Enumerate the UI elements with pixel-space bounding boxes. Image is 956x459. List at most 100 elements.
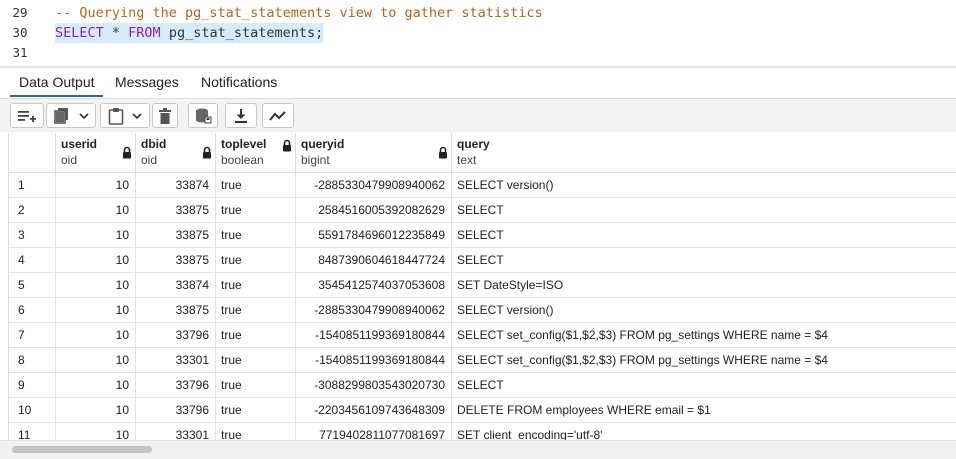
- row-number[interactable]: 2: [9, 198, 56, 223]
- cell-toplevel[interactable]: true: [216, 398, 296, 423]
- table-row[interactable]: 1 10 33874 true -2885330479908940062 SEL…: [9, 173, 956, 198]
- graph-visualiser-button[interactable]: [262, 103, 294, 128]
- cell-queryid[interactable]: -1540851199369180844: [296, 348, 452, 373]
- cell-dbid[interactable]: 33874: [136, 273, 216, 298]
- cell-query[interactable]: SELECT: [452, 198, 956, 223]
- cell-query[interactable]: SELECT version(): [452, 298, 956, 323]
- cell-queryid[interactable]: 8487390604618447724: [296, 248, 452, 273]
- cell-queryid[interactable]: 7719402811077081697: [296, 423, 452, 440]
- column-header-toplevel[interactable]: toplevel boolean: [216, 133, 296, 173]
- copy-button[interactable]: [46, 103, 96, 128]
- cell-dbid[interactable]: 33796: [136, 373, 216, 398]
- row-number[interactable]: 3: [9, 223, 56, 248]
- row-number[interactable]: 5: [9, 273, 56, 298]
- cell-userid[interactable]: 10: [56, 423, 136, 440]
- cell-toplevel[interactable]: true: [216, 173, 296, 198]
- column-header-dbid[interactable]: dbid oid: [136, 133, 216, 173]
- table-row[interactable]: 3 10 33875 true 5591784696012235849 SELE…: [9, 223, 956, 248]
- table-row[interactable]: 9 10 33796 true -3088299803543020730 SEL…: [9, 373, 956, 398]
- table-row[interactable]: 6 10 33875 true -2885330479908940062 SEL…: [9, 298, 956, 323]
- column-header-userid[interactable]: userid oid: [56, 133, 136, 173]
- cell-dbid[interactable]: 33874: [136, 173, 216, 198]
- cell-query[interactable]: SELECT set_config($1,$2,$3) FROM pg_sett…: [452, 323, 956, 348]
- cell-userid[interactable]: 10: [56, 373, 136, 398]
- cell-dbid[interactable]: 33796: [136, 323, 216, 348]
- editor-line[interactable]: 31: [0, 43, 956, 63]
- cell-queryid[interactable]: -1540851199369180844: [296, 323, 452, 348]
- cell-query[interactable]: SELECT set_config($1,$2,$3) FROM pg_sett…: [452, 348, 956, 373]
- row-number[interactable]: 6: [9, 298, 56, 323]
- cell-queryid[interactable]: -2885330479908940062: [296, 298, 452, 323]
- scrollbar-thumb[interactable]: [12, 446, 152, 453]
- chevron-down-icon[interactable]: [79, 112, 89, 120]
- column-header-queryid[interactable]: queryid bigint: [296, 133, 452, 173]
- row-number[interactable]: 7: [9, 323, 56, 348]
- column-header-query[interactable]: query text: [452, 133, 956, 173]
- cell-query[interactable]: SET DateStyle=ISO: [452, 273, 956, 298]
- cell-toplevel[interactable]: true: [216, 198, 296, 223]
- chevron-down-icon[interactable]: [132, 112, 142, 120]
- cell-dbid[interactable]: 33875: [136, 198, 216, 223]
- cell-userid[interactable]: 10: [56, 173, 136, 198]
- cell-dbid[interactable]: 33875: [136, 248, 216, 273]
- cell-queryid[interactable]: 5591784696012235849: [296, 223, 452, 248]
- cell-query[interactable]: SELECT: [452, 223, 956, 248]
- cell-toplevel[interactable]: true: [216, 423, 296, 440]
- cell-userid[interactable]: 10: [56, 198, 136, 223]
- cell-toplevel[interactable]: true: [216, 373, 296, 398]
- cell-userid[interactable]: 10: [56, 248, 136, 273]
- cell-query[interactable]: SELECT version(): [452, 173, 956, 198]
- cell-userid[interactable]: 10: [56, 398, 136, 423]
- cell-queryid[interactable]: 2584516005392082629: [296, 198, 452, 223]
- row-number[interactable]: 11: [9, 423, 56, 440]
- save-data-button[interactable]: [188, 103, 218, 128]
- table-row[interactable]: 11 10 33301 true 7719402811077081697 SET…: [9, 423, 956, 440]
- horizontal-scrollbar[interactable]: [0, 440, 956, 459]
- cell-toplevel[interactable]: true: [216, 248, 296, 273]
- cell-dbid[interactable]: 33875: [136, 298, 216, 323]
- table-row[interactable]: 2 10 33875 true 2584516005392082629 SELE…: [9, 198, 956, 223]
- row-number[interactable]: 10: [9, 398, 56, 423]
- cell-toplevel[interactable]: true: [216, 223, 296, 248]
- row-number[interactable]: 9: [9, 373, 56, 398]
- cell-userid[interactable]: 10: [56, 323, 136, 348]
- download-button[interactable]: [225, 103, 257, 128]
- tab-notifications[interactable]: Notifications: [201, 74, 277, 90]
- tab-data-output[interactable]: Data Output: [19, 74, 95, 90]
- query-editor[interactable]: 29 -- Querying the pg_stat_statements vi…: [0, 0, 956, 66]
- row-number[interactable]: 1: [9, 173, 56, 198]
- cell-toplevel[interactable]: true: [216, 348, 296, 373]
- table-row[interactable]: 10 10 33796 true -2203456109743648309 DE…: [9, 398, 956, 423]
- cell-dbid[interactable]: 33875: [136, 223, 216, 248]
- cell-dbid[interactable]: 33301: [136, 423, 216, 440]
- row-number[interactable]: 4: [9, 248, 56, 273]
- table-row[interactable]: 4 10 33875 true 8487390604618447724 SELE…: [9, 248, 956, 273]
- cell-toplevel[interactable]: true: [216, 323, 296, 348]
- cell-toplevel[interactable]: true: [216, 298, 296, 323]
- cell-queryid[interactable]: -2885330479908940062: [296, 173, 452, 198]
- editor-line[interactable]: 30 SELECT * FROM pg_stat_statements;: [0, 23, 956, 43]
- add-row-button[interactable]: [10, 103, 44, 128]
- editor-line[interactable]: 29 -- Querying the pg_stat_statements vi…: [0, 3, 956, 23]
- table-row[interactable]: 5 10 33874 true 3545412574037053608 SET …: [9, 273, 956, 298]
- cell-queryid[interactable]: -2203456109743648309: [296, 398, 452, 423]
- tab-messages[interactable]: Messages: [115, 74, 179, 90]
- paste-button[interactable]: [100, 103, 150, 128]
- cell-userid[interactable]: 10: [56, 298, 136, 323]
- cell-toplevel[interactable]: true: [216, 273, 296, 298]
- cell-dbid[interactable]: 33796: [136, 398, 216, 423]
- cell-userid[interactable]: 10: [56, 273, 136, 298]
- cell-query[interactable]: SET client_encoding='utf-8': [452, 423, 956, 440]
- cell-query[interactable]: SELECT: [452, 248, 956, 273]
- cell-queryid[interactable]: -3088299803543020730: [296, 373, 452, 398]
- row-number[interactable]: 8: [9, 348, 56, 373]
- cell-queryid[interactable]: 3545412574037053608: [296, 273, 452, 298]
- cell-userid[interactable]: 10: [56, 348, 136, 373]
- cell-dbid[interactable]: 33301: [136, 348, 216, 373]
- cell-query[interactable]: SELECT: [452, 373, 956, 398]
- delete-button[interactable]: [152, 103, 178, 128]
- table-row[interactable]: 7 10 33796 true -1540851199369180844 SEL…: [9, 323, 956, 348]
- row-number-header[interactable]: [9, 133, 56, 173]
- table-row[interactable]: 8 10 33301 true -1540851199369180844 SEL…: [9, 348, 956, 373]
- cell-query[interactable]: DELETE FROM employees WHERE email = $1: [452, 398, 956, 423]
